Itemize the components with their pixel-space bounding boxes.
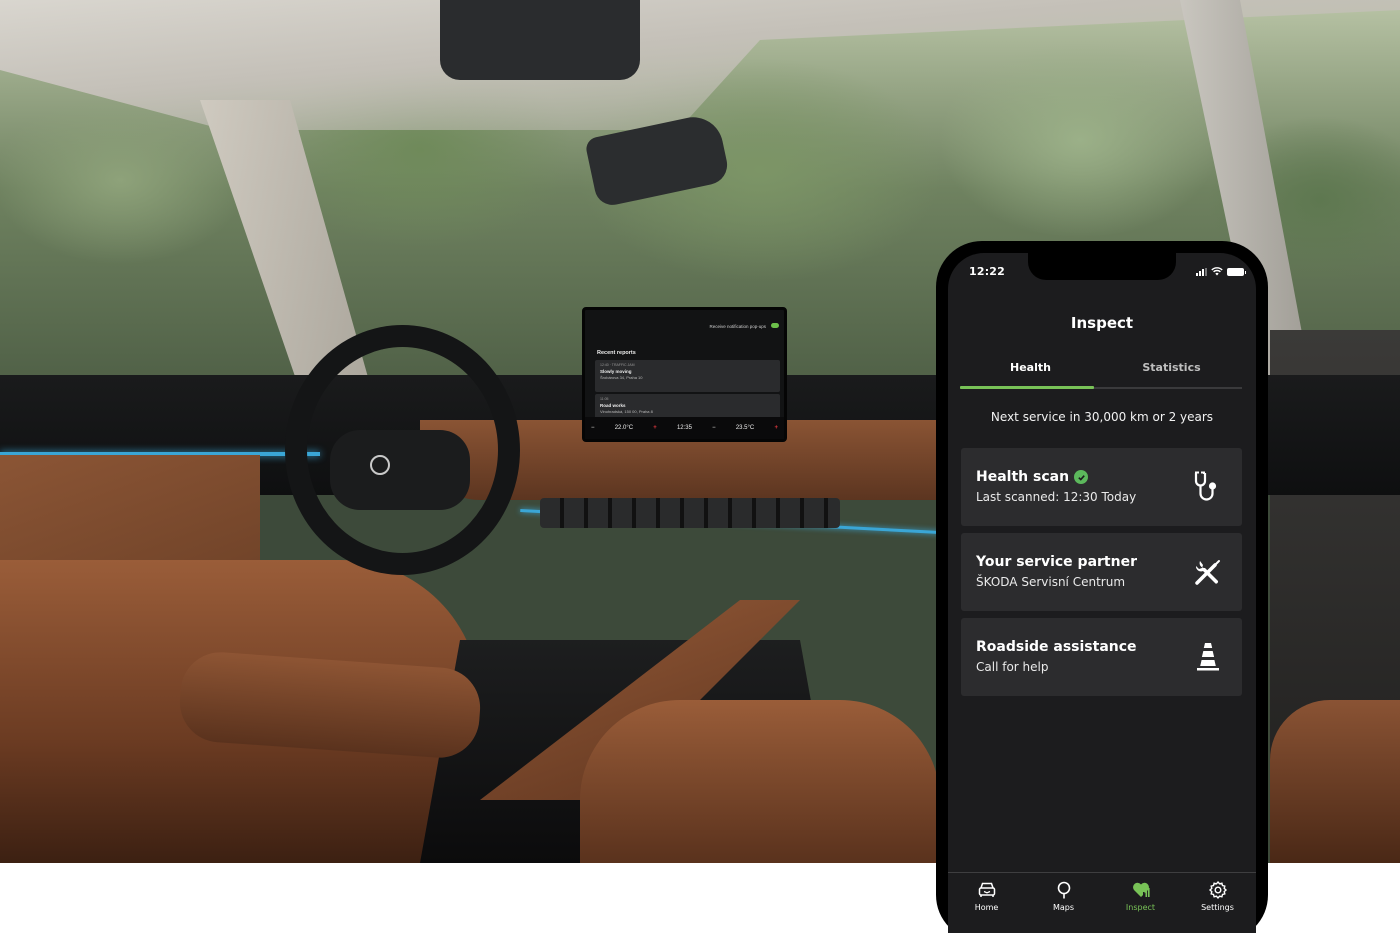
card-title-row: Roadside assistance (976, 639, 1137, 655)
card-title-row: Health scan (976, 469, 1089, 485)
page-title: Inspect (1070, 314, 1134, 332)
report-title: Slowly moving (600, 369, 632, 374)
card-subtitle: ŠKODA Servisní Centrum (976, 575, 1126, 589)
card-title-row: Your service partner (976, 554, 1137, 570)
tab-health[interactable]: Health (960, 361, 1101, 389)
check-circle-icon (1074, 470, 1089, 484)
card-title: Roadside assistance (976, 639, 1137, 655)
nav-home[interactable]: Home (952, 874, 1022, 924)
brand-logo-icon (370, 455, 390, 475)
bottom-nav-divider (948, 872, 1256, 873)
next-service-text: Next service in 30,000 km or 2 years (990, 410, 1214, 424)
clock: 12:35 (676, 425, 692, 431)
card-title: Health scan (976, 469, 1070, 485)
nav-label: Inspect (1125, 903, 1156, 912)
active-tab-indicator (960, 386, 1094, 389)
tab-statistics[interactable]: Statistics (1101, 361, 1242, 389)
report-meta: 12:40 · TRAFFIC JAM (600, 363, 635, 367)
climate-bar: − 22.0°C + 12:35 − 23.5°C + (585, 417, 784, 439)
report-meta: 11:05 (600, 397, 609, 401)
tab-bar: Health Statistics (960, 361, 1242, 389)
nav-settings[interactable]: Settings (1183, 874, 1253, 924)
temp-left-plus[interactable]: + (653, 425, 657, 431)
notification-toggle-label: Receive notification pop-ups (709, 324, 766, 329)
gear-icon (1208, 880, 1227, 900)
card-subtitle: Last scanned: 12:30 Today (976, 490, 1137, 504)
card-subtitle: Call for help (976, 660, 1049, 674)
heart-stats-icon (1132, 882, 1150, 897)
car-icon (978, 882, 995, 897)
report-title: Road works (600, 403, 626, 408)
roadside-assistance-card[interactable]: Roadside assistance Call for help (961, 618, 1242, 696)
temp-left-minus[interactable]: − (591, 425, 595, 431)
nav-label: Home (974, 903, 999, 912)
status-icons (1196, 267, 1246, 276)
stethoscope-icon (1194, 471, 1217, 501)
bottom-nav: Home Maps Inspect Settings (948, 874, 1256, 924)
air-vent (540, 498, 840, 528)
temp-left: 22.0°C (614, 425, 634, 431)
map-pin-icon (1057, 881, 1070, 899)
phone-screen: 12:22 Inspect Health Statistics Next ser… (948, 253, 1256, 933)
card-title: Your service partner (976, 554, 1137, 570)
recent-reports-title: Recent reports (597, 350, 636, 356)
seat-right (580, 700, 940, 863)
steering-wheel-hub (330, 430, 470, 510)
phone-notch (1028, 253, 1176, 280)
nav-label: Maps (1052, 903, 1075, 912)
report-subtitle: Šrobárova 34, Praha 10 (600, 375, 643, 380)
nav-label: Settings (1201, 903, 1234, 912)
tools-icon (1195, 560, 1220, 585)
overhead-console (440, 0, 640, 80)
wifi-icon (1211, 267, 1223, 276)
notification-toggle[interactable] (771, 323, 779, 328)
report-subtitle: Vinohradská, 150 00, Praha 8 (600, 409, 653, 414)
infotainment-screen: Receive notification pop-ups Recent repo… (582, 307, 787, 442)
report-item[interactable]: 12:40 · TRAFFIC JAM Slowly moving Šrobár… (595, 360, 780, 392)
battery-icon (1227, 267, 1246, 276)
status-time: 12:22 (969, 265, 1006, 278)
temp-right: 23.5°C (735, 425, 755, 431)
seat-far-right (1270, 700, 1400, 863)
health-scan-card[interactable]: Health scan Last scanned: 12:30 Today (961, 448, 1242, 526)
temp-right-plus[interactable]: + (774, 425, 778, 431)
temp-right-minus[interactable]: − (712, 425, 716, 431)
traffic-cone-icon (1197, 643, 1219, 671)
nav-inspect[interactable]: Inspect (1106, 874, 1176, 924)
stage: Receive notification pop-ups Recent repo… (0, 0, 1400, 933)
service-partner-card[interactable]: Your service partner ŠKODA Servisní Cent… (961, 533, 1242, 611)
cellular-signal-icon (1196, 267, 1207, 276)
nav-maps[interactable]: Maps (1029, 874, 1099, 924)
